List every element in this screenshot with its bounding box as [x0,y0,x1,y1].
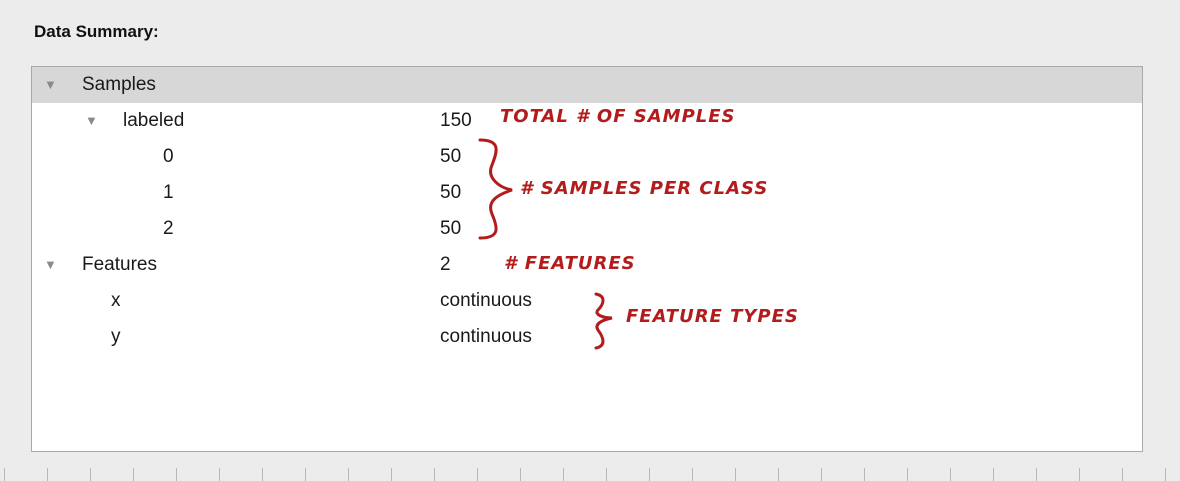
ruler-tick [563,468,564,481]
disclosure-triangle-expanded-icon[interactable]: ▼ [85,103,98,139]
annotation-total-samples: TOTAL # OF SAMPLES [500,106,736,127]
ruler-tick [692,468,693,481]
ruler-tick [1079,468,1080,481]
ruler-tick [606,468,607,481]
tree-label-feature: x [111,290,121,311]
tree-label-labeled: labeled [123,110,185,131]
ruler-tick [1122,468,1123,481]
ruler-tick [1165,468,1166,481]
ruler-tick [821,468,822,481]
tree-row-feature[interactable]: x continuous [32,283,1142,319]
ruler-tick [47,468,48,481]
tree-row-class[interactable]: 0 50 [32,139,1142,175]
ruler-tick [133,468,134,481]
tree-label-class: 1 [163,182,174,203]
ruler-tick [176,468,177,481]
tree-value-class: 50 [440,146,462,167]
tree-value-class: 50 [440,218,462,239]
tree-label-samples: Samples [82,74,156,95]
ruler-tick [434,468,435,481]
tree-label-class: 0 [163,146,174,167]
ruler-tick [262,468,263,481]
disclosure-triangle-expanded-icon[interactable]: ▼ [44,247,57,283]
ruler-tick [4,468,5,481]
bottom-ruler [0,468,1180,481]
ruler-tick [520,468,521,481]
ruler-tick [993,468,994,481]
ruler-tick [348,468,349,481]
ruler-tick [477,468,478,481]
tree-row-feature[interactable]: y continuous [32,319,1142,355]
ruler-tick [90,468,91,481]
tree-row-samples[interactable]: ▼ Samples [32,67,1142,103]
tree-label-feature: y [111,326,121,347]
tree-label-class: 2 [163,218,174,239]
ruler-tick [649,468,650,481]
ruler-tick [778,468,779,481]
disclosure-triangle-expanded-icon[interactable]: ▼ [44,67,57,103]
ruler-tick [391,468,392,481]
tree-value-feature-type: continuous [440,290,532,311]
ruler-tick [305,468,306,481]
ruler-tick [735,468,736,481]
ruler-tick [219,468,220,481]
annotation-samples-per-class: # SAMPLES PER CLASS [520,178,769,199]
tree-label-features: Features [82,254,157,275]
tree-value-labeled: 150 [440,110,472,131]
annotation-features: # FEATURES [504,253,636,274]
tree-value-class: 50 [440,182,462,203]
tree-row-class[interactable]: 2 50 [32,211,1142,247]
ruler-tick [907,468,908,481]
ruler-tick [950,468,951,481]
data-summary-title: Data Summary: [34,22,159,41]
tree-value-features: 2 [440,254,451,275]
tree-value-feature-type: continuous [440,326,532,347]
ruler-tick [864,468,865,481]
ruler-tick [1036,468,1037,481]
annotation-feature-types: FEATURE TYPES [626,306,799,327]
